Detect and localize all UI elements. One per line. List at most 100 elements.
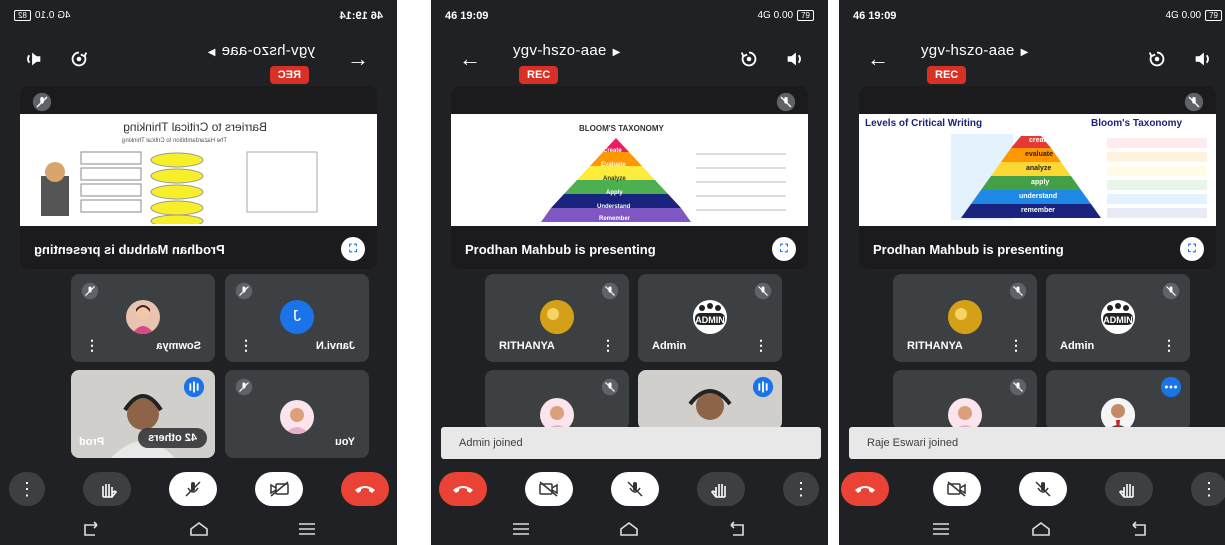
participant-tile[interactable]: ADMIN Admin ⋮ (638, 274, 782, 362)
participant-tile[interactable] (638, 370, 782, 430)
meeting-code[interactable]: ygv-hszo-aae▶ (207, 42, 315, 59)
participant-name: Janvi.N (315, 340, 355, 352)
rec-badge: REC (519, 66, 559, 84)
mic-off-button[interactable] (169, 472, 217, 506)
status-bar: 46 19:09 4G 0.00 79 (431, 0, 828, 32)
menu-icon[interactable] (511, 521, 531, 537)
nav-bar (431, 515, 828, 545)
mic-off-icon (1184, 92, 1204, 112)
status-network: 4G 0.00 79 (1166, 10, 1222, 21)
participant-video (688, 389, 732, 420)
pyramid-level: Remember (599, 216, 631, 222)
raise-hand-button[interactable] (697, 472, 745, 506)
meeting-code[interactable]: ygv-hszo-aae▶ (513, 42, 621, 59)
slide-title: Barriers to Critical Thinking (123, 120, 267, 134)
screen-share: Levels of Critical Writing Bloom's Taxon… (859, 86, 1216, 269)
fullscreen-icon[interactable]: ⛶ (1180, 237, 1204, 261)
others-count[interactable]: 42 others (138, 428, 207, 448)
switch-camera-icon[interactable] (738, 48, 760, 70)
raise-hand-button[interactable] (1105, 472, 1153, 506)
menu-icon[interactable] (297, 521, 317, 537)
mic-off-icon (601, 378, 619, 396)
switch-camera-icon[interactable] (68, 48, 90, 70)
status-bar: 46 19:09 4G 0.00 79 (839, 0, 1225, 32)
participant-tile[interactable]: Sowmya ⋮ (71, 274, 215, 362)
slide-title-right: Bloom's Taxonomy (1091, 118, 1183, 129)
speaker-icon[interactable] (784, 48, 806, 70)
participant-tile[interactable]: 42 others Prod (71, 370, 215, 458)
status-time: 46 19:09 (445, 10, 489, 22)
pyramid-level: analyze (1026, 165, 1052, 172)
back-arrow-icon[interactable]: ← (459, 46, 481, 72)
more-options-icon[interactable]: ⋮ (85, 337, 99, 354)
rec-badge: REC (269, 66, 309, 84)
menu-icon[interactable] (931, 521, 951, 537)
slide: BLOOM'S TAXONOMY Create Evaluate Analyze… (451, 114, 808, 226)
back-nav-icon[interactable] (727, 521, 747, 537)
participant-name: Prod (79, 436, 105, 448)
pyramid-level: apply (1031, 179, 1050, 186)
more-options-icon[interactable]: ⋮ (1009, 337, 1023, 354)
pyramid-level: Evaluate (601, 162, 626, 168)
end-call-button[interactable] (841, 472, 889, 506)
camera-off-button[interactable] (933, 472, 981, 506)
participant-tile[interactable]: RITHANYA ⋮ (485, 274, 629, 362)
more-options-icon[interactable]: ⋮ (601, 337, 615, 354)
camera-off-button[interactable] (255, 472, 303, 506)
avatar (540, 300, 574, 334)
slide-details (696, 153, 786, 211)
mic-off-icon (1009, 282, 1027, 300)
battery-icon: 79 (797, 10, 814, 21)
more-options-button[interactable]: ⋮ (9, 472, 45, 506)
presenting-label: Prodhan Mahbub is presenting (873, 242, 1064, 257)
status-time: 46 19:09 (853, 10, 897, 22)
mic-off-icon (32, 92, 52, 112)
participant-name: RITHANYA (907, 340, 963, 352)
home-icon[interactable] (619, 521, 639, 537)
fullscreen-icon[interactable]: ⛶ (772, 237, 796, 261)
end-call-button[interactable] (341, 472, 389, 506)
slide-subtitle: The Hazardambition to Critical Thinking (122, 138, 227, 144)
back-arrow-icon[interactable]: ← (867, 46, 889, 72)
fullscreen-icon[interactable]: ⛶ (341, 237, 365, 261)
levels-pyramid (951, 134, 1207, 220)
participant-tile[interactable] (893, 370, 1037, 430)
more-options-icon[interactable]: ⋮ (754, 337, 768, 354)
end-call-button[interactable] (439, 472, 487, 506)
back-nav-icon[interactable] (81, 521, 101, 537)
phone-screen-2: 46 19:09 4G 0.00 79 ← ygv-hszo-aae ▶ REC B… (431, 0, 828, 545)
more-options-button[interactable]: ⋮ (783, 472, 819, 506)
participant-tile[interactable]: RITHANYA ⋮ (893, 274, 1037, 362)
mic-off-button[interactable] (1019, 472, 1067, 506)
more-options-icon[interactable]: ⋮ (1162, 337, 1176, 354)
participant-tile[interactable] (1046, 370, 1190, 430)
speaker-icon[interactable] (1192, 48, 1214, 70)
switch-camera-icon[interactable] (1146, 48, 1168, 70)
more-options-button[interactable]: ⋮ (1191, 472, 1225, 506)
meeting-code[interactable]: ygv-hszo-aae▶ (921, 42, 1029, 59)
speaker-icon[interactable] (22, 48, 44, 70)
mic-off-icon (1162, 282, 1180, 300)
admin-avatar: ADMIN (1101, 300, 1135, 334)
avatar (1101, 398, 1135, 430)
participant-tile[interactable]: J Janvi.N ⋮ (225, 274, 369, 362)
participant-tile[interactable] (485, 370, 629, 430)
raise-hand-button[interactable] (83, 472, 131, 506)
participant-tile[interactable]: ADMIN Admin ⋮ (1046, 274, 1190, 362)
mic-off-icon (754, 282, 772, 300)
phone-screen-3: 46 19:09 4G 0.00 79 ← ygv-hszo-aae ▶ REC L… (839, 0, 1225, 545)
pyramid-level: Create (603, 148, 622, 154)
meeting-header: ← ygv-hszo-aae▶ REC (839, 36, 1225, 86)
back-nav-icon[interactable] (1129, 521, 1149, 537)
avatar (540, 398, 574, 430)
back-arrow-icon[interactable]: ← (347, 46, 369, 72)
pyramid-level: Analyze (603, 176, 626, 182)
mic-off-button[interactable] (611, 472, 659, 506)
mic-off-icon (1009, 378, 1027, 396)
svg-text:ADMIN: ADMIN (695, 315, 725, 325)
participant-tile[interactable]: You (225, 370, 369, 458)
more-options-icon[interactable]: ⋮ (239, 337, 253, 354)
camera-off-button[interactable] (525, 472, 573, 506)
home-icon[interactable] (1031, 521, 1051, 537)
home-icon[interactable] (189, 521, 209, 537)
